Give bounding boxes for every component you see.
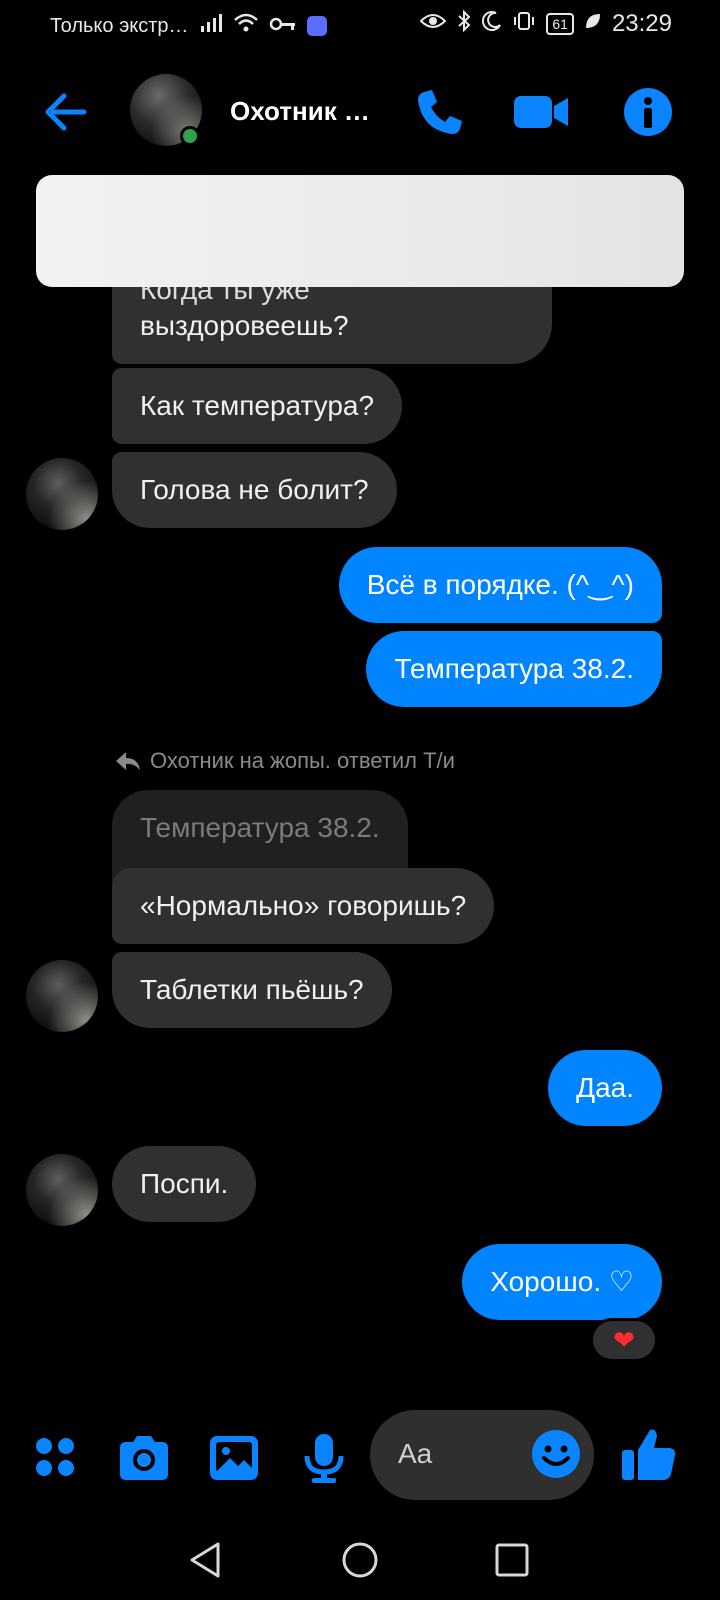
apps-grid-icon (36, 1438, 74, 1476)
message-text: Даа. (576, 1072, 634, 1103)
emoji-icon (532, 1430, 580, 1478)
online-status-dot (180, 126, 200, 146)
message-input[interactable]: Aa (370, 1410, 594, 1500)
message-text: Температура 38.2. (394, 653, 634, 684)
message-incoming[interactable]: Таблетки пьёшь? (112, 952, 392, 1028)
more-actions-button[interactable] (28, 1430, 84, 1486)
conversation-info-button[interactable] (620, 84, 676, 140)
chat-header: Охотник … (0, 60, 720, 160)
phone-icon (418, 90, 462, 134)
voice-message-button[interactable] (296, 1430, 352, 1486)
battery-indicator: 61 (546, 13, 574, 35)
quoted-text: Температура 38.2. (140, 812, 380, 843)
microphone-icon (304, 1434, 344, 1483)
signal-icon (199, 12, 223, 40)
key-icon (269, 15, 297, 38)
message-incoming[interactable]: Поспи. (112, 1146, 257, 1222)
nav-recents-button[interactable] (490, 1538, 534, 1582)
message-composer: Aa (0, 1410, 720, 1506)
nav-home-button[interactable] (338, 1538, 382, 1582)
video-camera-icon (514, 96, 568, 128)
info-icon (624, 88, 672, 136)
message-incoming[interactable]: Голова не болит? (112, 452, 397, 528)
message-text: Таблетки пьёшь? (140, 974, 364, 1005)
message-outgoing[interactable]: Хорошо. ♡ (462, 1244, 662, 1320)
message-text: Хорошо. ♡ (490, 1266, 634, 1297)
notification-banner[interactable] (36, 175, 684, 287)
sender-avatar[interactable] (26, 458, 98, 530)
back-arrow-icon (45, 93, 87, 131)
heart-reaction[interactable]: ❤ (590, 1318, 658, 1362)
camera-icon (120, 1436, 168, 1480)
emoji-button[interactable] (530, 1428, 582, 1480)
contact-name[interactable]: Охотник … (230, 96, 370, 127)
vibrate-icon (512, 11, 536, 37)
carrier-text: Только экстр… (50, 14, 189, 37)
bluetooth-icon (456, 9, 472, 38)
message-text: Поспи. (140, 1168, 229, 1199)
status-left: Только экстр… (50, 12, 327, 40)
like-button[interactable] (620, 1424, 676, 1480)
message-outgoing[interactable]: Даа. (548, 1050, 662, 1126)
message-incoming[interactable]: «Нормально» говоришь? (112, 868, 495, 944)
nav-recents-icon (495, 1543, 529, 1577)
clock: 23:29 (611, 10, 672, 37)
nav-back-button[interactable] (184, 1538, 228, 1582)
nav-home-icon (342, 1542, 378, 1578)
message-text: Голова не болит? (140, 474, 369, 505)
message-text: Всё в порядке. (^‿^) (366, 569, 634, 600)
message-text: выздоровеешь? (140, 310, 349, 341)
message-outgoing[interactable]: Температура 38.2. (366, 631, 662, 707)
nav-back-icon (190, 1542, 220, 1578)
status-bar: Только экстр… 61 23:29 (0, 0, 720, 50)
reply-indicator: Охотник на жопы. ответил Т/и (114, 748, 455, 774)
message-incoming[interactable]: Как температура? (112, 368, 403, 444)
sender-avatar[interactable] (26, 960, 98, 1032)
message-text: «Нормально» говоришь? (140, 890, 467, 921)
back-button[interactable] (40, 86, 92, 138)
moon-icon (482, 11, 502, 37)
system-nav-bar (0, 1516, 720, 1600)
gallery-button[interactable] (206, 1430, 262, 1486)
reply-icon (116, 752, 140, 770)
music-app-icon (306, 16, 327, 36)
message-outgoing[interactable]: Всё в порядке. (^‿^) (338, 547, 662, 623)
video-call-button[interactable] (512, 84, 568, 140)
voice-call-button[interactable] (412, 84, 468, 140)
thumbs-up-icon (622, 1429, 676, 1480)
gallery-icon (210, 1436, 258, 1480)
message-input-placeholder: Aa (398, 1438, 433, 1469)
heart-icon: ❤ (613, 1324, 635, 1355)
message-text: Как температура? (140, 390, 375, 421)
leaf-icon (584, 12, 602, 36)
status-right: 61 23:29 (419, 9, 672, 38)
camera-button[interactable] (116, 1430, 172, 1486)
reply-indicator-text: Охотник на жопы. ответил Т/и (150, 748, 455, 773)
sender-avatar[interactable] (26, 1154, 98, 1226)
wifi-icon (233, 12, 259, 40)
eye-icon (419, 12, 447, 36)
